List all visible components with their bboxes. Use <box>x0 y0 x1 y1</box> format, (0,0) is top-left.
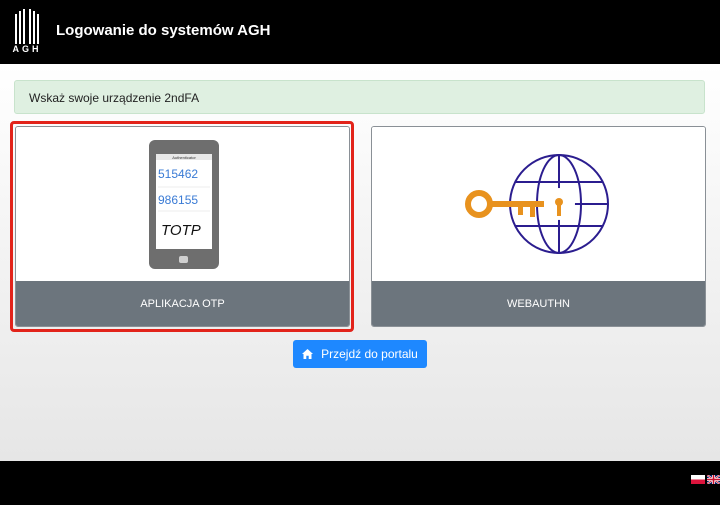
option-label-webauthn: WEBAUTHN <box>372 281 705 326</box>
option-image-webauthn <box>372 127 705 281</box>
flag-pl-icon[interactable] <box>691 475 705 484</box>
phone-totp-icon: Authenticator 515462 986155 TOTP <box>149 140 219 269</box>
page-title: Logowanie do systemów AGH <box>56 22 271 39</box>
go-to-portal-label: Przejdź do portalu <box>321 347 418 361</box>
info-alert: Wskaż swoje urządzenie 2ndFA <box>14 80 705 114</box>
option-card-otp[interactable]: Authenticator 515462 986155 TOTP APLIKAC… <box>15 126 350 327</box>
phone-caption: TOTP <box>161 222 201 239</box>
home-icon <box>302 349 314 359</box>
phone-code-2: 986155 <box>158 193 198 207</box>
option-card-webauthn[interactable]: WEBAUTHN <box>371 126 706 327</box>
main-content: Wskaż swoje urządzenie 2ndFA Authenticat… <box>0 64 720 461</box>
phone-code-1: 515462 <box>158 167 198 181</box>
go-to-portal-button[interactable]: Przejdź do portalu <box>293 340 427 368</box>
phone-app-title: Authenticator <box>172 155 196 160</box>
globe-key-icon <box>465 154 609 254</box>
option-image-otp: Authenticator 515462 986155 TOTP <box>16 127 349 281</box>
footer-bar <box>0 461 720 505</box>
logo-text: AGH <box>12 44 42 54</box>
flag-uk-icon[interactable] <box>707 475 720 484</box>
option-label-otp: APLIKACJA OTP <box>16 281 349 326</box>
header-bar: AGH Logowanie do systemów AGH <box>0 0 720 64</box>
